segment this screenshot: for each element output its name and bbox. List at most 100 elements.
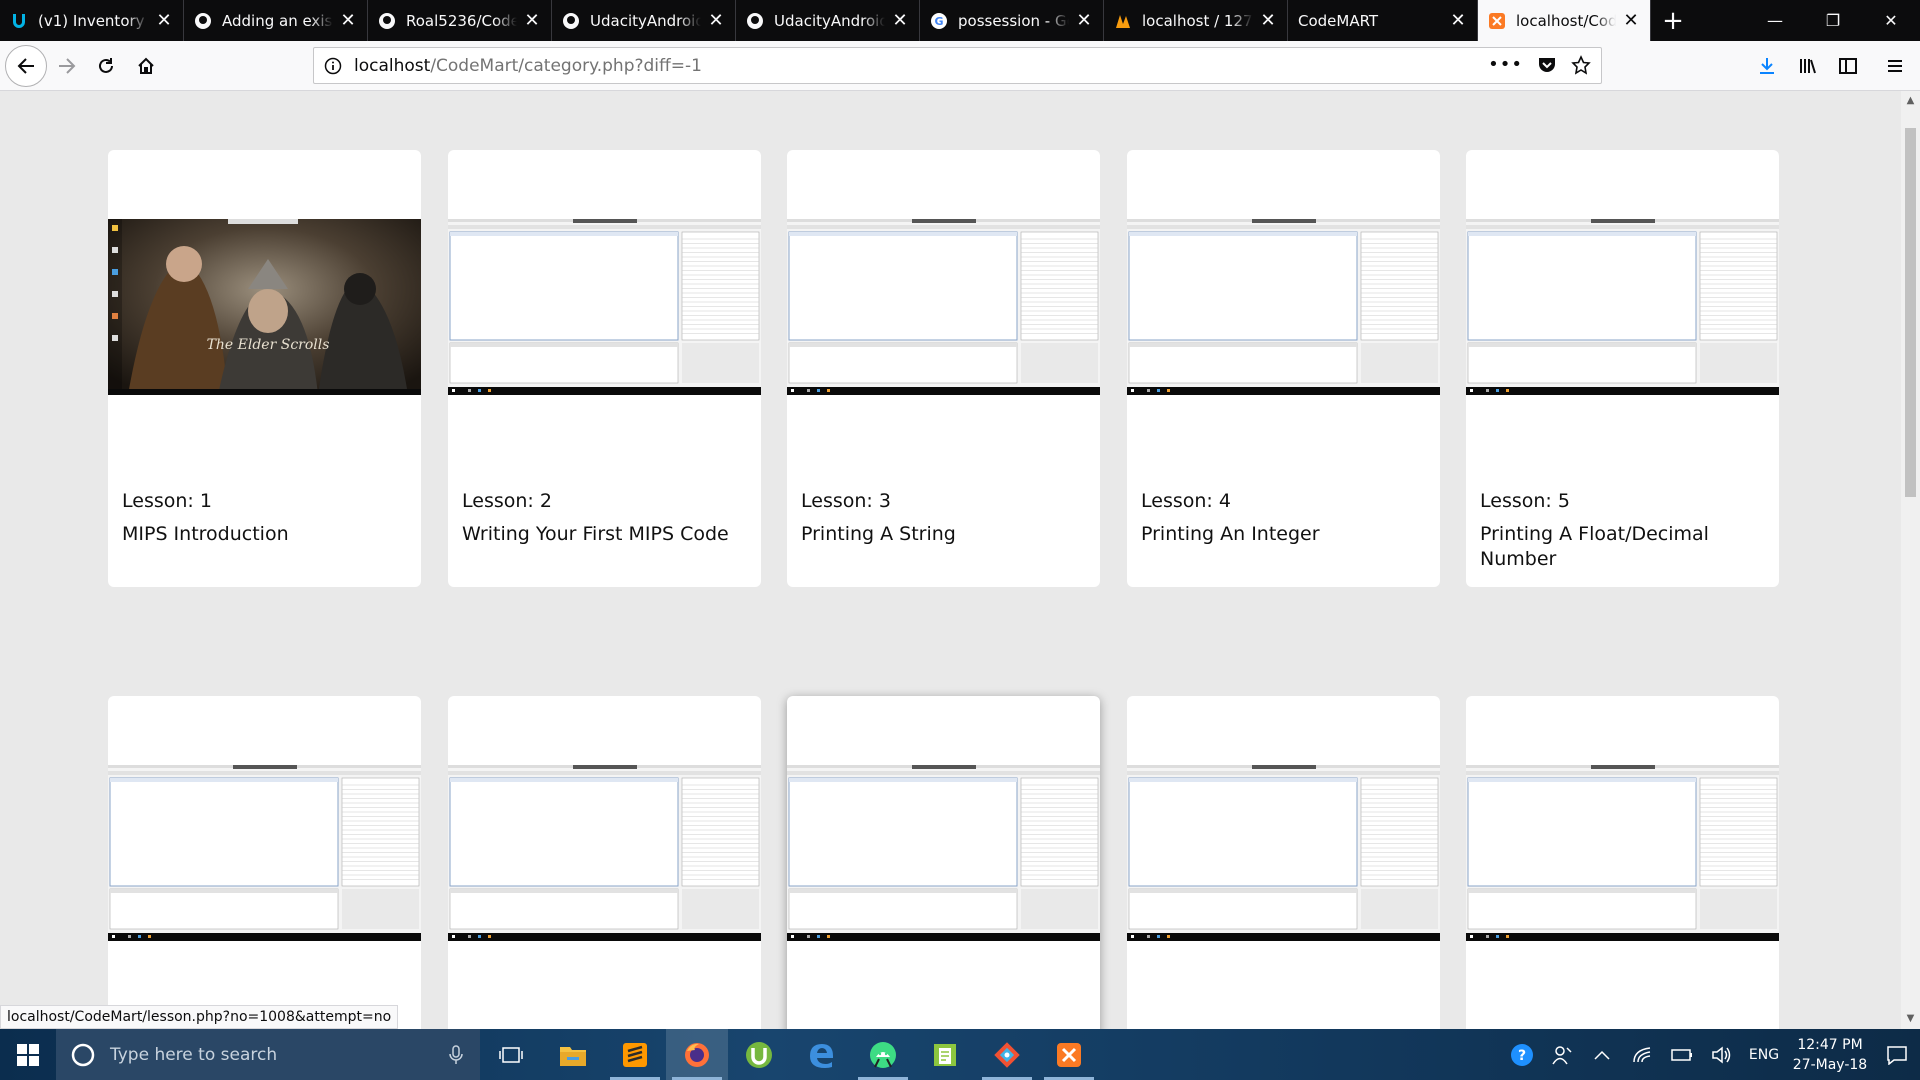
github-icon [746,12,764,30]
reload-icon [99,58,113,73]
lesson-card[interactable]: Lesson: 5 Printing A Float/Decimal Numbe… [1466,150,1779,587]
sidebar-icon [1839,58,1857,74]
lesson-card[interactable] [448,696,761,1029]
library-button[interactable] [1791,49,1825,83]
tab-label: UdacityAndroid/ [774,11,885,30]
close-tab-icon[interactable]: ✕ [1449,11,1467,30]
home-icon [138,57,154,74]
battery-icon[interactable] [1662,1029,1702,1080]
help-icon[interactable]: ? [1502,1029,1542,1080]
home-button[interactable] [129,49,163,83]
people-icon[interactable] [1542,1029,1582,1080]
back-button[interactable] [5,45,47,87]
notepad-plus-icon[interactable] [914,1029,976,1080]
page-actions-icon[interactable]: ••• [1488,55,1523,75]
restore-icon[interactable]: ❐ [1804,0,1862,41]
tab-strip: (v1) Inventory App ✕ Adding an existing … [0,0,1920,41]
sidebar-button[interactable] [1831,49,1865,83]
new-tab-button[interactable]: + [1651,0,1695,41]
github-icon [378,12,396,30]
lesson-card[interactable] [1466,696,1779,1029]
address-bar[interactable]: localhost/CodeMart/category.php?diff=-1 … [313,47,1602,84]
system-tray: ? ENG 12:47 PM 27-May-18 [1502,1029,1920,1080]
close-tab-icon[interactable]: ✕ [891,11,909,30]
lesson-card[interactable]: Lesson: 4 Printing An Integer [1127,150,1440,587]
lesson-number: Lesson: 3 [801,490,891,512]
start-button[interactable] [0,1029,56,1080]
action-center-icon[interactable] [1874,1029,1920,1080]
android-studio-icon[interactable] [852,1029,914,1080]
svg-text:?: ? [1518,1048,1526,1064]
close-tab-icon[interactable]: ✕ [707,11,725,30]
forward-button[interactable] [50,49,84,83]
lesson-card[interactable] [1127,696,1440,1029]
close-tab-icon[interactable]: ✕ [523,11,541,30]
taskbar-search-box[interactable]: Type here to search [56,1029,480,1080]
browser-tab[interactable]: (v1) Inventory App ✕ [0,0,184,41]
browser-tab[interactable]: G possession - Google ✕ [920,0,1104,41]
github-icon [194,12,212,30]
url-path: /CodeMart/category.php?diff=-1 [430,55,702,76]
scrollbar-thumb[interactable] [1905,128,1916,497]
browser-tab[interactable]: localhost / 127.0.0.1 ✕ [1104,0,1288,41]
close-window-icon[interactable]: ✕ [1862,0,1920,41]
close-tab-icon[interactable]: ✕ [1622,11,1640,30]
lesson-thumbnail [787,765,1100,941]
lesson-card[interactable]: The Elder Scrolls Lesson: 1 MIPS Introdu… [108,150,421,587]
browser-tab-active[interactable]: localhost/CodeMart ✕ [1478,0,1651,41]
edge-icon[interactable] [790,1029,852,1080]
page-scrollbar[interactable]: ▲ ▼ [1901,91,1920,1029]
lesson-card[interactable]: Lesson: 3 Printing A String [787,150,1100,587]
file-explorer-icon[interactable] [542,1029,604,1080]
minimize-icon[interactable]: — [1746,0,1804,41]
close-tab-icon[interactable]: ✕ [339,11,357,30]
lesson-card[interactable]: Lesson: 2 Writing Your First MIPS Code [448,150,761,587]
browser-tab[interactable]: UdacityAndroid/ ✕ [552,0,736,41]
pocket-icon[interactable] [1537,55,1557,75]
tab-label: Roal5236/CodeMart [406,11,517,30]
lesson-card-hovered[interactable] [787,696,1100,1029]
downloads-button[interactable] [1750,49,1784,83]
scroll-down-icon[interactable]: ▼ [1901,1011,1920,1027]
browser-tab[interactable]: UdacityAndroid/ ✕ [736,0,920,41]
info-icon[interactable] [324,57,342,75]
lesson-title: Writing Your First MIPS Code [462,523,729,545]
wifi-icon[interactable] [1622,1029,1662,1080]
language-indicator[interactable]: ENG [1742,1029,1786,1080]
github-icon [562,12,580,30]
lesson-title: Printing An Integer [1141,523,1320,545]
scroll-up-icon[interactable]: ▲ [1901,93,1920,109]
browser-tab[interactable]: CodeMART ✕ [1288,0,1478,41]
arrow-right-icon [59,58,76,74]
close-tab-icon[interactable]: ✕ [1075,11,1093,30]
lesson-thumbnail [448,219,761,395]
reload-button[interactable] [89,49,123,83]
lesson-thumbnail [108,765,421,941]
task-view-icon[interactable] [480,1029,542,1080]
windows-taskbar: Type here to search ? ENG 12:47 PM 27-Ma… [0,1029,1920,1080]
lesson-card[interactable] [108,696,421,1029]
url-text[interactable]: localhost/CodeMart/category.php?diff=-1 [354,56,702,76]
menu-button[interactable] [1878,49,1912,83]
lesson-number: Lesson: 2 [462,490,552,512]
clock[interactable]: 12:47 PM 27-May-18 [1786,1035,1874,1075]
lesson-thumbnail [1127,765,1440,941]
git-icon[interactable] [976,1029,1038,1080]
tab-label: (v1) Inventory App [38,11,149,30]
tab-label: localhost/CodeMart [1516,11,1616,30]
volume-icon[interactable] [1702,1029,1742,1080]
bookmark-star-icon[interactable] [1571,55,1591,75]
firefox-icon[interactable] [666,1029,728,1080]
sublime-text-icon[interactable] [604,1029,666,1080]
utorrent-icon[interactable] [728,1029,790,1080]
cortana-icon [71,1043,95,1066]
close-tab-icon[interactable]: ✕ [155,11,173,30]
close-tab-icon[interactable]: ✕ [1259,11,1277,30]
url-actions: ••• [1488,55,1591,75]
chevron-up-icon[interactable] [1582,1029,1622,1080]
xampp-icon[interactable] [1038,1029,1100,1080]
clock-date: 27-May-18 [1792,1056,1868,1073]
browser-tab[interactable]: Roal5236/CodeMart ✕ [368,0,552,41]
microphone-icon[interactable] [448,1044,464,1065]
browser-tab[interactable]: Adding an existing ✕ [184,0,368,41]
